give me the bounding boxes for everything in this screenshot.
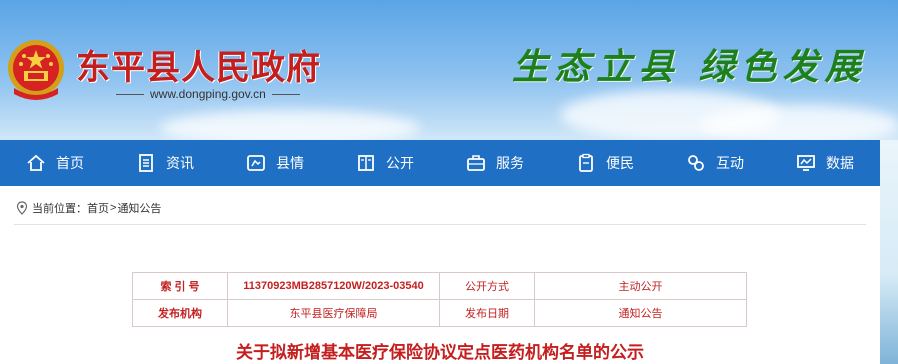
disclosure-label: 公开方式 [439,272,535,300]
nav-item-interact[interactable]: 互动 [660,140,770,186]
nav-item-label: 公开 [386,156,414,172]
open-book-icon [358,155,374,171]
nav-item-label: 数据 [826,156,854,172]
nav-item-data[interactable]: 数据 [770,140,880,186]
index-label: 索 引 号 [132,272,228,300]
category-value: 通知公告 [534,299,747,327]
breadcrumb-current-link[interactable]: 通知公告 [117,200,161,216]
table-row: 索 引 号 11370923MB2857120W/2023-03540 公开方式… [132,272,747,300]
table-row: 发布机构 东平县医疗保障局 发布日期 通知公告 [132,299,747,327]
site-url-text: www.dongping.gov.cn [150,87,266,101]
home-icon [27,154,45,171]
nav-item-convenience[interactable]: 便民 [550,140,660,186]
news-icon [139,154,153,172]
index-value: 11370923MB2857120W/2023-03540 [227,272,440,300]
publisher-label: 发布机构 [132,299,228,327]
article-title: 关于拟新增基本医疗保险协议定点医药机构名单的公示 [236,343,644,363]
site-url[interactable]: www.dongping.gov.cn [110,87,306,101]
main-content: 当前位置： 首页 > 通知公告 索 引 号 11370923MB2857120W… [0,186,880,364]
clipboard-icon [579,153,593,172]
briefcase-icon [467,155,485,171]
nav-item-open[interactable]: 公开 [330,140,440,186]
url-decor-line [116,94,144,96]
nav-item-news[interactable]: 资讯 [110,140,220,186]
nav-item-service[interactable]: 服务 [440,140,550,186]
nav-item-label: 互动 [716,156,744,172]
nav-item-county[interactable]: 县情 [220,140,330,186]
national-emblem-icon [8,40,64,100]
publisher-value: 东平县医疗保障局 [227,299,440,327]
nav-item-label: 县情 [276,156,304,172]
breadcrumb: 当前位置： 首页 > 通知公告 [16,200,161,216]
breadcrumb-home-link[interactable]: 首页 [87,200,109,216]
nav-item-label: 服务 [496,156,524,172]
nav-item-label: 便民 [606,156,634,172]
location-pin-icon [16,201,28,215]
main-nav: 首页 资讯 县情 公开 服务 便民 互动 数据 [0,140,880,186]
breadcrumb-separator: > [110,202,117,214]
url-decor-line [271,94,300,96]
nav-item-home[interactable]: 首页 [0,140,110,186]
date-label: 发布日期 [439,299,535,327]
county-icon [247,155,265,171]
disclosure-value: 主动公开 [534,272,747,300]
breadcrumb-divider [14,224,866,225]
site-slogan: 生态立县 绿色发展 [512,46,867,88]
site-title[interactable]: 东平县人民政府 [76,40,321,89]
breadcrumb-prefix: 当前位置： [32,203,87,215]
site-header: 东平县人民政府 www.dongping.gov.cn 生态立县 绿色发展 [0,0,898,140]
nav-item-label: 首页 [56,156,84,172]
interact-icon [688,155,704,171]
nav-item-label: 资讯 [166,156,194,172]
chart-icon [797,155,815,171]
document-meta-table: 索 引 号 11370923MB2857120W/2023-03540 公开方式… [132,272,747,327]
side-decoration [880,140,898,364]
